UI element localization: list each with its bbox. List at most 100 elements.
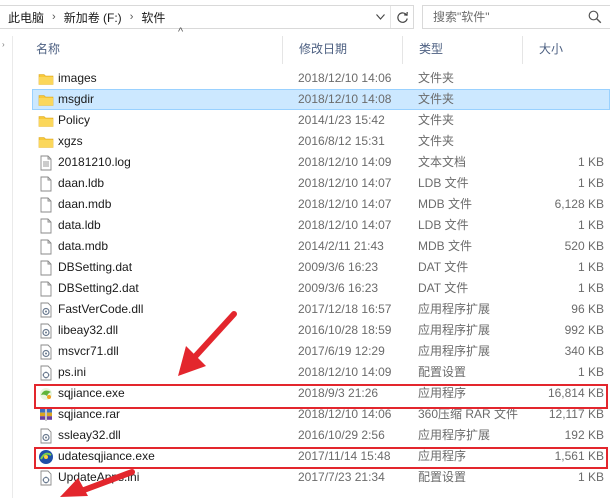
file-date: 2017/6/19 12:29 bbox=[298, 344, 385, 358]
file-type: LDB 文件 bbox=[418, 218, 469, 232]
file-type: DAT 文件 bbox=[418, 281, 469, 295]
refresh-icon bbox=[396, 11, 408, 23]
file-date: 2018/12/10 14:07 bbox=[298, 197, 392, 211]
chevron-right-icon[interactable]: › bbox=[122, 11, 134, 23]
file-name: FastVerCode.dll bbox=[58, 302, 144, 316]
file-name: DBSetting2.dat bbox=[58, 281, 139, 295]
file-row[interactable]: msgdir 2018/12/10 14:08 文件夹 bbox=[32, 89, 610, 110]
file-icon bbox=[38, 281, 54, 297]
file-size: 16,814 KB bbox=[547, 386, 604, 400]
breadcrumb-drive[interactable]: 新加卷 (F:) bbox=[56, 9, 122, 26]
column-date[interactable]: 修改日期 bbox=[282, 36, 400, 64]
file-date: 2017/11/14 15:48 bbox=[298, 449, 391, 463]
file-row[interactable]: data.mdb 2014/2/11 21:43 MDB 文件 520 KB bbox=[32, 236, 610, 257]
app-icon bbox=[38, 386, 54, 402]
breadcrumb-this-pc[interactable]: 此电脑 bbox=[0, 9, 44, 26]
search-icon[interactable] bbox=[588, 10, 602, 24]
file-row[interactable]: ssleay32.dll 2016/10/29 2:56 应用程序扩展 192 KB bbox=[32, 425, 610, 446]
chevron-right-icon[interactable]: › bbox=[2, 40, 5, 49]
file-row[interactable]: daan.ldb 2018/12/10 14:07 LDB 文件 1 KB bbox=[32, 173, 610, 194]
file-row[interactable]: msvcr71.dll 2017/6/19 12:29 应用程序扩展 340 KB bbox=[32, 341, 610, 362]
search-input[interactable] bbox=[433, 10, 583, 24]
file-name: libeay32.dll bbox=[58, 323, 119, 337]
file-type: 应用程序 bbox=[418, 449, 467, 463]
address-history-dropdown[interactable] bbox=[371, 6, 389, 28]
file-row[interactable]: DBSetting.dat 2009/3/6 16:23 DAT 文件 1 KB bbox=[32, 257, 610, 278]
file-name: DBSetting.dat bbox=[58, 260, 133, 274]
folder-icon bbox=[38, 92, 54, 108]
file-name: UpdateApps.ini bbox=[58, 470, 140, 484]
text-file-icon bbox=[38, 155, 54, 171]
chevron-right-icon[interactable]: › bbox=[44, 11, 56, 23]
column-size[interactable]: 大小 bbox=[522, 36, 610, 64]
file-date: 2018/12/10 14:07 bbox=[298, 176, 392, 190]
ini-icon bbox=[38, 365, 54, 381]
file-row[interactable]: Policy 2014/1/23 15:42 文件夹 bbox=[32, 110, 610, 131]
file-name: daan.mdb bbox=[58, 197, 112, 211]
breadcrumb-folder[interactable]: 软件 bbox=[133, 9, 165, 26]
navigation-pane-edge[interactable]: › bbox=[0, 36, 13, 498]
file-size: 1 KB bbox=[577, 365, 604, 379]
file-row[interactable]: UpdateApps.ini 2017/7/23 21:34 配置设置 1 KB bbox=[32, 467, 610, 488]
file-date: 2016/10/28 18:59 bbox=[298, 323, 392, 337]
address-toolbar: 此电脑 › 新加卷 (F:) › 软件 bbox=[0, 0, 610, 36]
file-name: images bbox=[58, 71, 97, 85]
file-size: 6,128 KB bbox=[554, 197, 604, 211]
file-size: 1,561 KB bbox=[554, 449, 604, 463]
address-bar[interactable]: 此电脑 › 新加卷 (F:) › 软件 bbox=[0, 5, 414, 29]
column-header: ^ 名称 修改日期 类型 大小 bbox=[20, 26, 610, 64]
file-size: 1 KB bbox=[577, 470, 604, 484]
file-date: 2014/1/23 15:42 bbox=[298, 113, 385, 127]
column-type[interactable]: 类型 bbox=[402, 36, 520, 64]
file-row[interactable]: udatesqjiance.exe 2017/11/14 15:48 应用程序 1,5… bbox=[32, 446, 610, 467]
file-date: 2009/3/6 16:23 bbox=[298, 281, 379, 295]
file-row[interactable]: ps.ini 2018/12/10 14:09 配置设置 1 KB bbox=[32, 362, 610, 383]
file-date: 2017/7/23 21:34 bbox=[298, 470, 385, 484]
file-date: 2018/12/10 14:07 bbox=[298, 218, 392, 232]
file-date: 2017/12/18 16:57 bbox=[298, 302, 392, 316]
file-type: MDB 文件 bbox=[418, 197, 473, 211]
file-size: 96 KB bbox=[571, 302, 604, 316]
file-name: ps.ini bbox=[58, 365, 87, 379]
file-size: 1 KB bbox=[577, 176, 604, 190]
file-row[interactable]: DBSetting2.dat 2009/3/6 16:23 DAT 文件 1 KB bbox=[32, 278, 610, 299]
file-date: 2018/12/10 14:06 bbox=[298, 71, 392, 85]
file-type: 文件夹 bbox=[418, 113, 455, 127]
file-type: LDB 文件 bbox=[418, 176, 469, 190]
file-type: 配置设置 bbox=[418, 470, 467, 484]
file-size: 1 KB bbox=[577, 218, 604, 232]
file-row[interactable]: daan.mdb 2018/12/10 14:07 MDB 文件 6,128 KB bbox=[32, 194, 610, 215]
file-size: 520 KB bbox=[564, 239, 604, 253]
file-row[interactable]: libeay32.dll 2016/10/28 18:59 应用程序扩展 992 KB bbox=[32, 320, 610, 341]
file-row[interactable]: FastVerCode.dll 2017/12/18 16:57 应用程序扩展 96 … bbox=[32, 299, 610, 320]
file-row[interactable]: data.ldb 2018/12/10 14:07 LDB 文件 1 KB bbox=[32, 215, 610, 236]
file-name: data.mdb bbox=[58, 239, 109, 253]
file-date: 2018/12/10 14:09 bbox=[298, 365, 392, 379]
file-type: 应用程序扩展 bbox=[418, 323, 491, 337]
dll-icon bbox=[38, 344, 54, 360]
file-type: DAT 文件 bbox=[418, 260, 469, 274]
file-row[interactable]: images 2018/12/10 14:06 文件夹 bbox=[32, 68, 610, 89]
vertical-scrollbar[interactable] bbox=[604, 64, 610, 498]
ini-icon bbox=[38, 470, 54, 486]
file-type: 文件夹 bbox=[418, 71, 455, 85]
file-type: 文件夹 bbox=[418, 134, 455, 148]
file-row[interactable]: sqjiance.exe 2018/9/3 21:26 应用程序 16,814 KB bbox=[32, 383, 610, 404]
file-date: 2018/9/3 21:26 bbox=[298, 386, 379, 400]
search-box[interactable] bbox=[422, 5, 610, 29]
folder-icon bbox=[38, 71, 54, 87]
file-size: 12,117 KB bbox=[548, 407, 604, 421]
file-row[interactable]: 20181210.log 2018/12/10 14:09 文本文档 1 KB bbox=[32, 152, 610, 173]
file-size: 1 KB bbox=[577, 155, 604, 169]
file-name: ssleay32.dll bbox=[58, 428, 121, 442]
file-type: MDB 文件 bbox=[418, 239, 473, 253]
dll-icon bbox=[38, 302, 54, 318]
file-date: 2018/12/10 14:09 bbox=[298, 155, 392, 169]
file-type: 文件夹 bbox=[418, 92, 455, 106]
file-row[interactable]: xgzs 2016/8/12 15:31 文件夹 bbox=[32, 131, 610, 152]
refresh-button[interactable] bbox=[390, 6, 413, 28]
column-name[interactable]: 名称 bbox=[20, 36, 280, 64]
file-type: 应用程序扩展 bbox=[418, 302, 491, 316]
file-name: daan.ldb bbox=[58, 176, 105, 190]
file-row[interactable]: sqjiance.rar 2018/12/10 14:06 360压缩 RAR 文件… bbox=[32, 404, 610, 425]
